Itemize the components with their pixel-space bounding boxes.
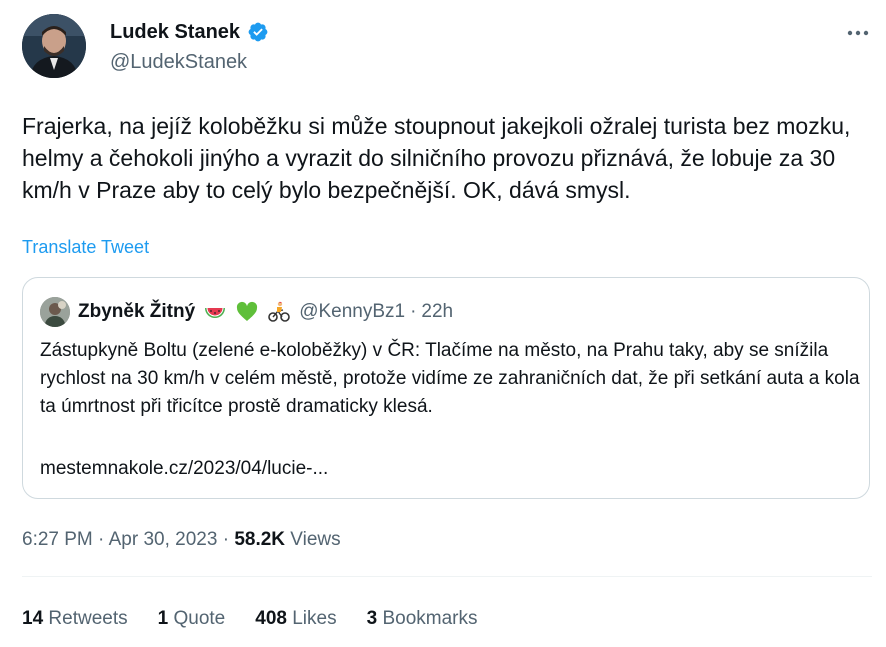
tweet-date[interactable]: Apr 30, 2023 [109,529,218,550]
likes-count: 408 [255,608,287,629]
likes-label: Likes [292,608,337,629]
tweet-text: Frajerka, na jejíž koloběžku si může sto… [22,113,851,203]
quote-separator: · [410,301,417,322]
meta-separator: · [98,529,105,550]
author-avatar[interactable] [22,14,86,78]
quoted-tweet-card[interactable]: Zbyněk Žitný @KennyBz1 · 22h Zástupkyně … [22,277,870,499]
watermelon-icon [203,300,227,324]
views-label: Views [290,529,341,550]
meta-separator: · [222,529,230,550]
tweet-meta: 6:27 PM · Apr 30, 2023 · 58.2K Views [22,528,341,552]
quote-text: Zástupkyně Boltu (zelené e-koloběžky) v … [40,340,860,417]
author-name-row[interactable]: Ludek Stanek [110,20,269,44]
quote-header: Zbyněk Žitný @KennyBz1 · 22h [78,299,453,325]
retweets-count: 14 [22,608,44,629]
bookmarks-label: Bookmarks [382,608,478,629]
tweet-time[interactable]: 6:27 PM [22,529,93,550]
retweets-stat[interactable]: 14 Retweets [22,607,128,631]
quote-author-avatar[interactable] [40,297,70,327]
more-dots-icon [847,30,869,36]
likes-stat[interactable]: 408 Likes [255,607,336,631]
views-count: 58.2K [234,529,286,550]
cyclist-icon [267,300,291,324]
divider [22,576,872,577]
engagement-stats: 14 Retweets 1 Quote 408 Likes 3 Bookmark… [22,607,477,631]
bookmarks-stat[interactable]: 3 Bookmarks [367,607,478,631]
quote-timestamp[interactable]: 22h [421,299,453,325]
green-heart-icon [235,300,259,324]
quotes-label: Quote [173,608,226,629]
quotes-stat[interactable]: 1 Quote [158,607,226,631]
quote-link[interactable]: mestemnakole.cz/2023/04/lucie-... [40,455,328,483]
translate-tweet-link[interactable]: Translate Tweet [22,236,149,258]
more-options-button[interactable] [840,18,876,48]
verified-badge-icon [247,21,269,43]
quote-author-handle[interactable]: @KennyBz1 [299,299,405,325]
author-name[interactable]: Ludek Stanek [110,20,240,44]
quote-author-name[interactable]: Zbyněk Žitný [78,299,195,325]
author-handle[interactable]: @LudekStanek [110,50,247,74]
bookmarks-count: 3 [366,608,378,629]
retweets-label: Retweets [48,608,128,629]
quotes-count: 1 [157,608,169,629]
